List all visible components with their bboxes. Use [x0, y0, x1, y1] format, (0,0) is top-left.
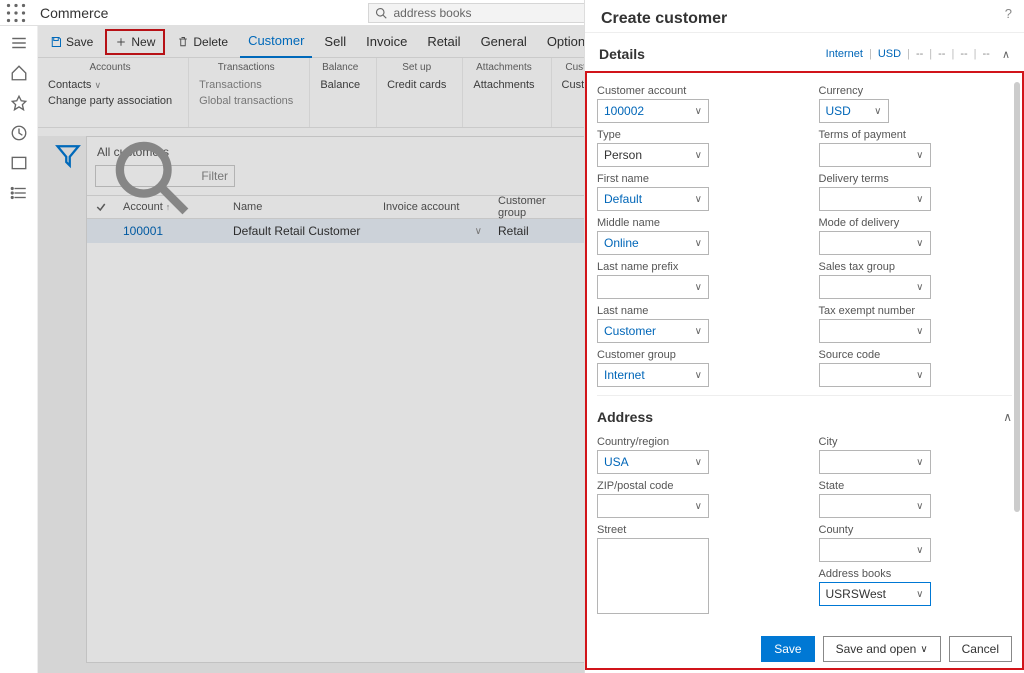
lbl-city: City [819, 436, 1013, 448]
create-customer-panel: ? Create customer Details Internet| USD|… [584, 0, 1024, 673]
address-books-field[interactable]: USRSWest∨ [819, 582, 931, 606]
save-and-open-button[interactable]: Save and open ∨ [823, 636, 941, 662]
currency-field[interactable]: USD∨ [819, 99, 889, 123]
clock-icon[interactable] [10, 124, 28, 142]
zip-field[interactable]: ∨ [597, 494, 709, 518]
lbl-last-name-prefix: Last name prefix [597, 261, 791, 273]
mode-delivery-field[interactable]: ∨ [819, 231, 931, 255]
pill-internet: Internet [826, 48, 863, 60]
lbl-tax-exempt: Tax exempt number [819, 305, 1013, 317]
last-name-field[interactable]: Customer∨ [597, 319, 709, 343]
details-pills: Internet| USD| --| --| --| -- ∧ [826, 48, 1010, 61]
app-name: Commerce [40, 5, 108, 21]
lbl-zip: ZIP/postal code [597, 480, 791, 492]
terms-payment-field[interactable]: ∨ [819, 143, 931, 167]
lbl-sales-tax-group: Sales tax group [819, 261, 1013, 273]
save-button[interactable]: Save [761, 636, 814, 662]
home-icon[interactable] [10, 64, 28, 82]
details-fields-highlight: Customer account 100002∨ Type Person∨ Firs… [585, 71, 1024, 670]
chevron-up-icon[interactable]: ∧ [996, 48, 1010, 61]
search-icon [375, 7, 387, 19]
sales-tax-group-field[interactable]: ∨ [819, 275, 931, 299]
panel-scrollbar[interactable] [1014, 82, 1020, 512]
lbl-delivery-terms: Delivery terms [819, 173, 1013, 185]
lbl-last-name: Last name [597, 305, 791, 317]
delivery-terms-field[interactable]: ∨ [819, 187, 931, 211]
lbl-state: State [819, 480, 1013, 492]
pill-usd: USD [878, 48, 901, 60]
lbl-type: Type [597, 129, 791, 141]
lbl-customer-group: Customer group [597, 349, 791, 361]
star-icon[interactable] [10, 94, 28, 112]
customer-account-field[interactable]: 100002∨ [597, 99, 709, 123]
search-text: address books [393, 6, 471, 20]
street-field[interactable] [597, 538, 709, 614]
source-code-field[interactable]: ∨ [819, 363, 931, 387]
address-title: Address [597, 409, 653, 425]
tax-exempt-field[interactable]: ∨ [819, 319, 931, 343]
last-name-prefix-field[interactable]: ∨ [597, 275, 709, 299]
module-icon[interactable] [10, 154, 28, 172]
lbl-county: County [819, 524, 1013, 536]
lbl-source-code: Source code [819, 349, 1013, 361]
section-details: Details Internet| USD| --| --| --| -- ∧ [585, 32, 1024, 71]
hamburger-icon[interactable] [10, 34, 28, 52]
city-field[interactable]: ∨ [819, 450, 931, 474]
lbl-first-name: First name [597, 173, 791, 185]
panel-title: Create customer [585, 0, 1024, 32]
lbl-middle-name: Middle name [597, 217, 791, 229]
lbl-customer-account: Customer account [597, 85, 791, 97]
chevron-up-icon[interactable]: ∧ [1003, 410, 1012, 424]
left-rail [0, 26, 38, 673]
country-field[interactable]: USA∨ [597, 450, 709, 474]
lbl-currency: Currency [819, 85, 1013, 97]
customer-group-field[interactable]: Internet∨ [597, 363, 709, 387]
waffle-icon[interactable] [6, 3, 26, 23]
list-icon[interactable] [10, 184, 28, 202]
first-name-field[interactable]: Default∨ [597, 187, 709, 211]
lbl-address-books: Address books [819, 568, 1013, 580]
lbl-mode-delivery: Mode of delivery [819, 217, 1013, 229]
middle-name-field[interactable]: Online∨ [597, 231, 709, 255]
lbl-street: Street [597, 524, 791, 536]
type-field[interactable]: Person∨ [597, 143, 709, 167]
help-icon[interactable]: ? [1005, 6, 1012, 21]
details-title: Details [599, 46, 645, 62]
cancel-button[interactable]: Cancel [949, 636, 1012, 662]
county-field[interactable]: ∨ [819, 538, 931, 562]
lbl-country: Country/region [597, 436, 791, 448]
state-field[interactable]: ∨ [819, 494, 931, 518]
global-search[interactable]: address books [368, 3, 608, 23]
lbl-terms-payment: Terms of payment [819, 129, 1013, 141]
